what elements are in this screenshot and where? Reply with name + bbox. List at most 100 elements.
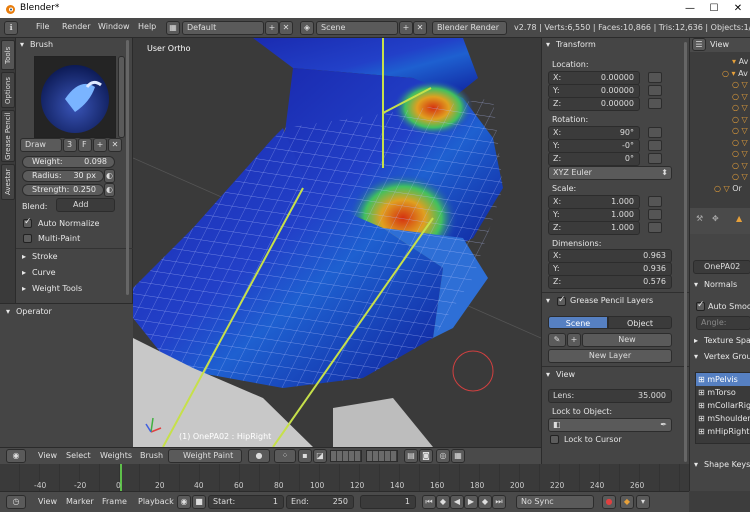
gpencil-header[interactable]: Grease Pencil Layers bbox=[570, 296, 653, 305]
screen-layout-icon[interactable]: ▦ bbox=[166, 21, 180, 35]
lock-icon[interactable] bbox=[648, 196, 662, 207]
pivot-icon[interactable]: ⁘ bbox=[274, 449, 296, 463]
shape-keys-collapse-icon[interactable]: ▾ bbox=[694, 460, 698, 469]
remove-brush-icon[interactable]: ✕ bbox=[108, 138, 122, 152]
outliner-row[interactable]: ○ ▽ bbox=[692, 125, 750, 137]
delete-scene-icon[interactable]: ✕ bbox=[413, 21, 427, 35]
eyedropper-icon[interactable]: ✒ bbox=[660, 419, 667, 431]
outliner-row[interactable]: ○ ▽ bbox=[692, 79, 750, 91]
shape-keys-header[interactable]: Shape Keys bbox=[704, 460, 750, 469]
vertex-groups-header[interactable]: Vertex Groups bbox=[704, 352, 750, 361]
lock-icon[interactable] bbox=[648, 153, 662, 164]
curve-header[interactable]: Curve bbox=[32, 268, 56, 277]
editor-type-3d-icon[interactable]: ◉ bbox=[6, 449, 26, 463]
radius-pressure-icon[interactable]: ◐ bbox=[104, 169, 115, 183]
lock-icon[interactable] bbox=[648, 85, 662, 96]
render-engine-select[interactable]: Blender Render bbox=[432, 21, 507, 35]
lock-icon[interactable] bbox=[648, 72, 662, 83]
curve-expand-icon[interactable]: ▸ bbox=[22, 268, 26, 277]
scene-icon[interactable]: ◈ bbox=[300, 21, 314, 35]
outliner-view-menu[interactable]: View bbox=[710, 40, 729, 49]
view-header[interactable]: View bbox=[556, 370, 575, 379]
brush-collapse-icon[interactable]: ▾ bbox=[20, 40, 24, 49]
outliner-row[interactable]: ○ ▽ bbox=[692, 171, 750, 183]
location-x-field[interactable]: X: 0.00000 bbox=[548, 71, 640, 85]
radius-field[interactable]: Radius: 30 px bbox=[22, 170, 104, 182]
outliner-row[interactable]: ○ ▽ Or bbox=[692, 183, 750, 195]
pencil-icon[interactable]: ✎ bbox=[548, 333, 566, 347]
new-layer-button[interactable]: New Layer bbox=[548, 349, 672, 363]
snapshot-icon[interactable]: ◙ bbox=[419, 449, 433, 463]
gpencil-collapse-icon[interactable]: ▾ bbox=[546, 296, 550, 305]
rotation-z-field[interactable]: Z: 0° bbox=[548, 152, 640, 166]
wrench-icon[interactable]: ⚒ bbox=[696, 214, 703, 223]
add-layout-icon[interactable]: + bbox=[265, 21, 279, 35]
normals-collapse-icon[interactable]: ▾ bbox=[694, 280, 698, 289]
scale-z-field[interactable]: Z: 1.000 bbox=[548, 221, 640, 235]
scale-x-field[interactable]: X: 1.000 bbox=[548, 195, 640, 209]
brush-name-field[interactable]: Draw bbox=[20, 138, 62, 152]
n-panel-scrollbar[interactable] bbox=[684, 42, 687, 462]
menu-brush[interactable]: Brush bbox=[140, 451, 163, 460]
lock-icon[interactable] bbox=[648, 222, 662, 233]
brush-header[interactable]: Brush bbox=[30, 40, 53, 49]
menu-view[interactable]: View bbox=[38, 451, 57, 460]
face-select-icon[interactable]: ◪ bbox=[313, 449, 327, 463]
layout-field[interactable]: Default bbox=[182, 21, 264, 35]
texture-space-header[interactable]: Texture Space bbox=[704, 336, 750, 345]
normals-header[interactable]: Normals bbox=[704, 280, 737, 289]
scale-y-field[interactable]: Y: 1.000 bbox=[548, 208, 640, 222]
brush-users[interactable]: 3 bbox=[63, 138, 77, 152]
constraint-icon[interactable]: ✥ bbox=[712, 214, 719, 223]
start-frame-field[interactable]: Start: 1 bbox=[208, 495, 284, 509]
tab-tools[interactable]: Tools bbox=[1, 40, 15, 70]
menu-select[interactable]: Select bbox=[66, 451, 91, 460]
end-frame-field[interactable]: End: 250 bbox=[286, 495, 354, 509]
menu-help[interactable]: Help bbox=[138, 22, 156, 31]
blend-select[interactable]: Add bbox=[56, 198, 115, 212]
outliner-row[interactable]: ○ ▾ Av bbox=[692, 68, 750, 80]
timeline-menu-marker[interactable]: Marker bbox=[66, 497, 94, 506]
weight-tools-header[interactable]: Weight Tools bbox=[32, 284, 82, 293]
rotation-y-field[interactable]: Y: -0° bbox=[548, 139, 640, 153]
rotation-x-field[interactable]: X: 90° bbox=[548, 126, 640, 140]
gpencil-scene-tab[interactable]: Scene bbox=[548, 316, 608, 329]
menu-render[interactable]: Render bbox=[62, 22, 90, 31]
outliner-tree[interactable]: ▾ Av ○ ▾ Av ○ ▽ ○ ▽ ○ ▽ ○ ▽ ○ ▽ ○ ▽ ○ ▽ … bbox=[692, 56, 750, 206]
lock-icon[interactable] bbox=[648, 209, 662, 220]
sync-mode-select[interactable]: No Sync bbox=[516, 495, 594, 509]
gpencil-object-tab[interactable]: Object bbox=[608, 316, 672, 329]
outliner-row[interactable]: ○ ▽ bbox=[692, 102, 750, 114]
play-icon[interactable]: ▶ bbox=[464, 495, 478, 509]
shading-icon[interactable]: ● bbox=[248, 449, 270, 463]
lock-icon[interactable] bbox=[648, 127, 662, 138]
keying-dropdown-icon[interactable]: ▾ bbox=[636, 495, 650, 509]
strength-field[interactable]: Strength: 0.250 bbox=[22, 184, 104, 196]
tab-options[interactable]: Options bbox=[1, 72, 15, 108]
vertex-group-row[interactable]: ⊞ mHipRight bbox=[696, 425, 750, 438]
outliner-row[interactable]: ▾ Av bbox=[692, 56, 750, 68]
brush-preview[interactable] bbox=[34, 56, 116, 138]
auto-normalize-checkbox[interactable] bbox=[23, 217, 32, 228]
render-layer-icon[interactable]: ▤ bbox=[404, 449, 418, 463]
jump-start-icon[interactable]: ⏮ bbox=[422, 495, 436, 509]
play-reverse-icon[interactable]: ◀ bbox=[450, 495, 464, 509]
lock-object-field[interactable]: ◧ ✒ bbox=[548, 418, 672, 432]
jump-key-forward-icon[interactable]: ◆ bbox=[478, 495, 492, 509]
location-y-field[interactable]: Y: 0.00000 bbox=[548, 84, 640, 98]
object-data-name[interactable]: OnePA02 bbox=[693, 260, 750, 274]
strength-pressure-icon[interactable]: ◐ bbox=[104, 183, 115, 197]
lock-to-cursor-checkbox[interactable] bbox=[550, 435, 559, 444]
maximize-button[interactable]: ☐ bbox=[702, 0, 726, 18]
delete-layout-icon[interactable]: ✕ bbox=[279, 21, 293, 35]
jump-end-icon[interactable]: ⏭ bbox=[492, 495, 506, 509]
add-gpencil-icon[interactable]: + bbox=[567, 333, 581, 347]
interaction-mode-select[interactable]: Weight Paint bbox=[168, 449, 242, 463]
vertex-group-row[interactable]: ⊞ mPelvis bbox=[696, 373, 750, 386]
rotation-mode-select[interactable]: XYZ Euler ⬍ bbox=[548, 166, 672, 180]
menu-window[interactable]: Window bbox=[98, 22, 130, 31]
menu-file[interactable]: File bbox=[36, 22, 49, 31]
outliner-row[interactable]: ○ ▽ bbox=[692, 137, 750, 149]
editor-type-info-icon[interactable]: ℹ bbox=[4, 21, 18, 35]
vertex-group-row[interactable]: ⊞ mCollarRight bbox=[696, 399, 750, 412]
